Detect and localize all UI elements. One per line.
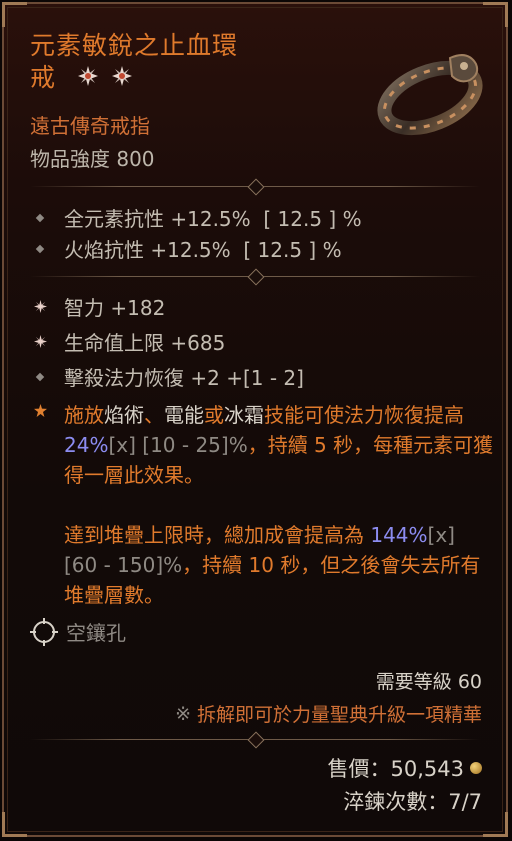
greater-affix-icon — [33, 300, 47, 313]
diamond-bullet-icon — [35, 244, 45, 253]
socket-label: 空鑲孔 — [66, 621, 126, 645]
greater-affix-icon — [78, 66, 98, 86]
empty-socket: 空鑲孔 — [30, 617, 126, 646]
item-type: 遠古傳奇戒指 — [30, 114, 150, 138]
greater-affix-icon — [33, 335, 47, 348]
salvage-text: 拆解即可於力量聖典升級一項精華 — [196, 704, 482, 726]
implicit-affix: 火焰抗性 +12.5% [ 12.5 ] % — [30, 234, 342, 263]
empty-socket-icon — [30, 617, 58, 646]
greater-affix-stars — [78, 66, 132, 86]
implicit-affix: 全元素抗性 +12.5% [ 12.5 ] % — [30, 203, 362, 232]
reference-mark: ※ — [175, 702, 191, 725]
salvage-note: ※ 拆解即可於力量聖典升級一項精華 — [175, 700, 482, 727]
item-name: 元素敏銳之止血環 — [30, 31, 239, 60]
sell-price: 售價：50,543 — [328, 753, 482, 783]
sell-price-label: 售價：50,543 — [327, 757, 464, 781]
greater-affix-icon — [112, 66, 132, 86]
affix: 擊殺法力恢復 +2 +[1 - 2] — [30, 362, 304, 391]
legendary-star-icon — [33, 404, 47, 417]
frame-corner — [483, 2, 508, 27]
legendary-aspect-text: 施放焰術、電能或冰霜技能可使法力恢復提高 24%[x] [10 - 25]%，持… — [64, 403, 494, 607]
diamond-bullet-icon — [35, 213, 45, 222]
level-requirement: 需要等級 60 — [375, 671, 482, 693]
section-divider — [30, 268, 480, 286]
ring-item-icon — [377, 54, 483, 136]
item-name-line2: 戒 — [30, 63, 56, 92]
diamond-bullet-icon — [35, 372, 45, 381]
tempering-count: 淬鍊次數：7/7 — [343, 790, 482, 814]
section-divider — [30, 731, 480, 749]
frame-corner — [2, 2, 27, 27]
greater-affix: 生命值上限 +685 — [30, 327, 225, 356]
gold-coin-icon — [470, 762, 482, 774]
frame-corner — [483, 812, 508, 837]
section-divider — [30, 178, 480, 196]
greater-affix: 智力 +182 — [30, 292, 165, 321]
item-power: 物品強度 800 — [30, 147, 155, 171]
frame-corner — [2, 812, 27, 837]
